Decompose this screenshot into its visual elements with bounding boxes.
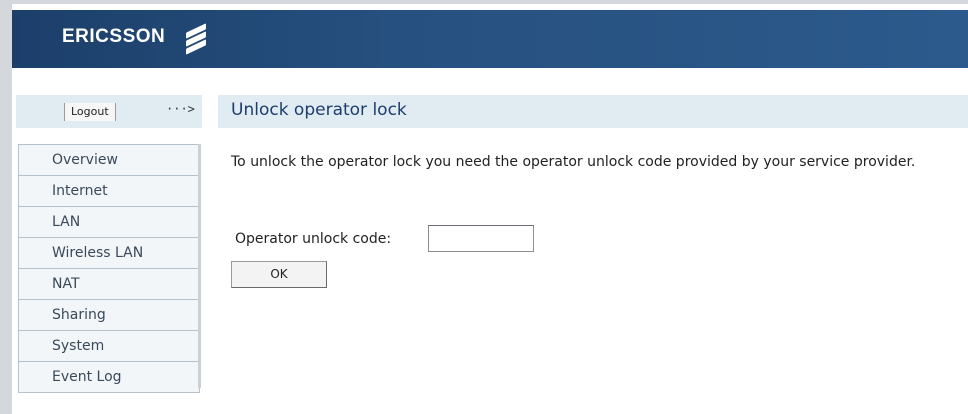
sidebar-shadow xyxy=(198,144,201,388)
page-title: Unlock operator lock xyxy=(231,100,407,120)
intro-text: To unlock the operator lock you need the… xyxy=(231,154,916,170)
sidebar-item-internet[interactable]: Internet xyxy=(19,176,199,207)
sidebar-item-wireless-lan[interactable]: Wireless LAN xyxy=(19,238,199,269)
sidebar-item-sharing[interactable]: Sharing xyxy=(19,300,199,331)
sidebar-item-overview[interactable]: Overview xyxy=(19,145,199,176)
sidebar-item-system[interactable]: System xyxy=(19,331,199,362)
header-banner: ERICSSON xyxy=(12,10,968,68)
unlock-code-input[interactable] xyxy=(428,225,534,252)
brand-name: ERICSSON xyxy=(62,26,166,47)
ericsson-logo-icon xyxy=(185,23,207,55)
sidebar-item-event-log[interactable]: Event Log xyxy=(19,362,199,393)
sidebar-nav: Overview Internet LAN Wireless LAN NAT S… xyxy=(18,144,200,393)
arrow-right-icon: ···> xyxy=(166,102,195,116)
sidebar-item-nat[interactable]: NAT xyxy=(19,269,199,300)
logout-button[interactable]: Logout xyxy=(64,103,116,121)
ok-button[interactable]: OK xyxy=(231,261,327,288)
unlock-code-label: Operator unlock code: xyxy=(235,231,392,247)
sidebar-item-lan[interactable]: LAN xyxy=(19,207,199,238)
